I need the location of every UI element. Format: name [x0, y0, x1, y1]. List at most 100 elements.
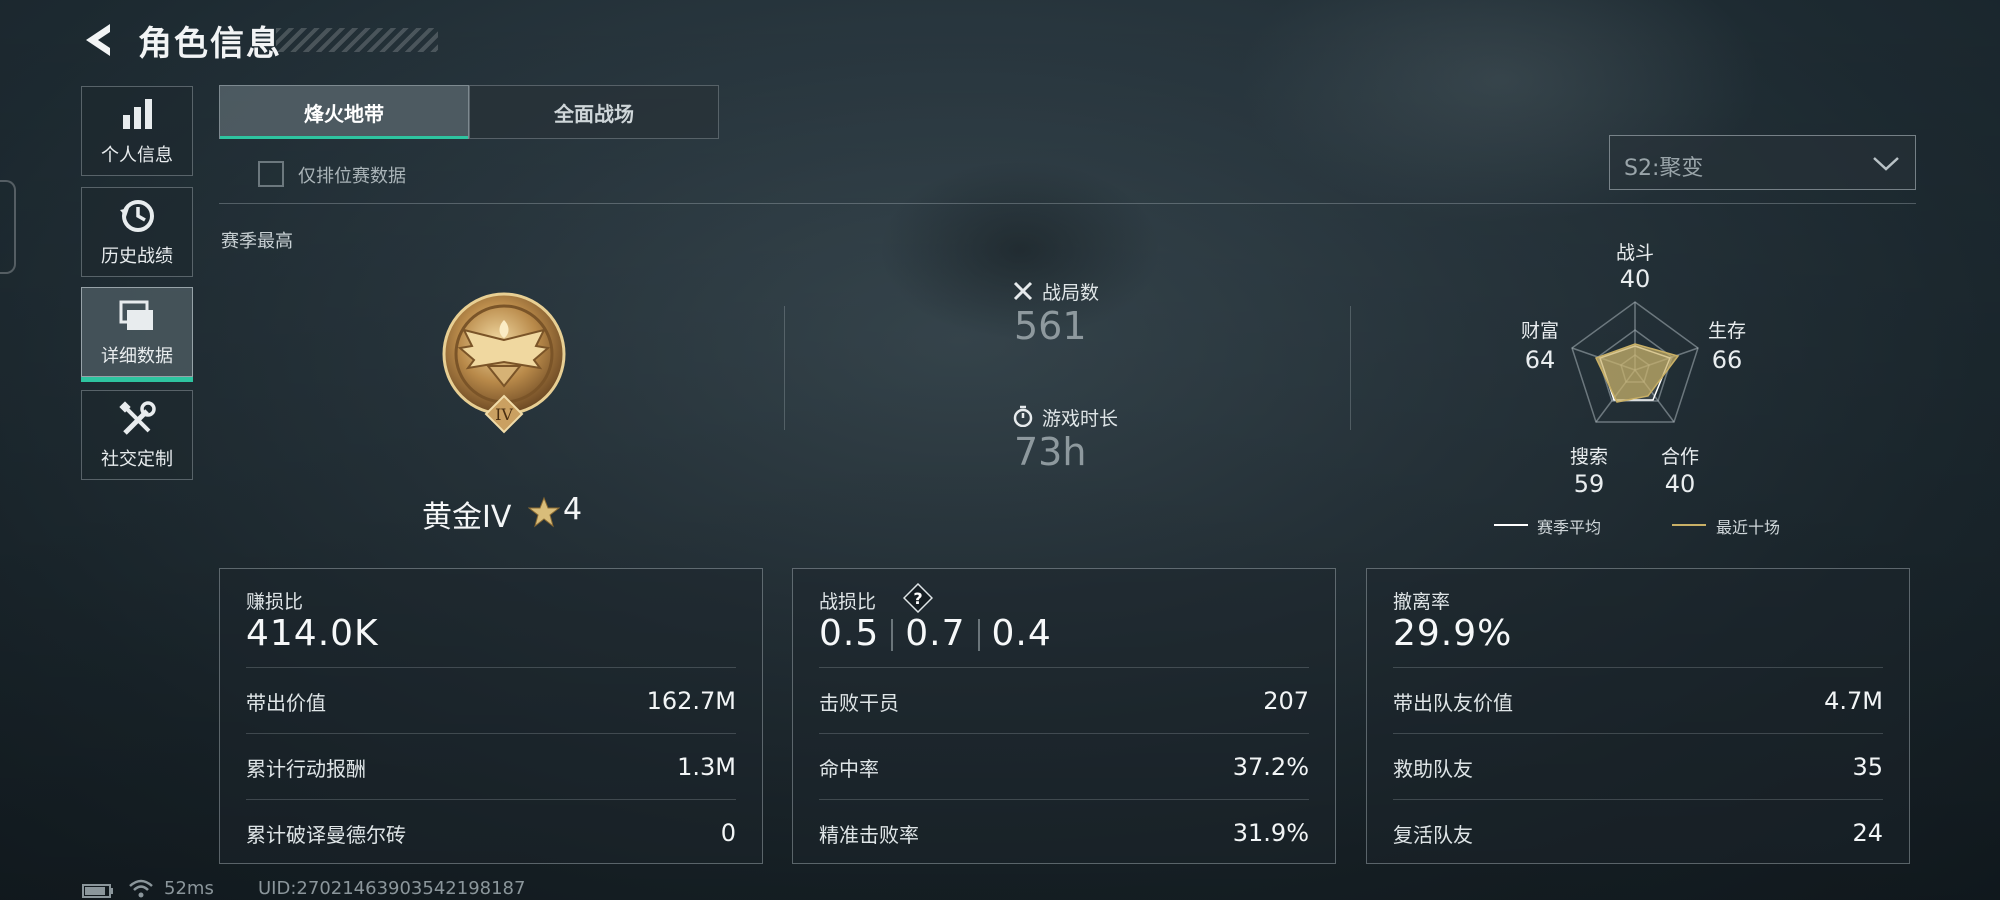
row-divider [246, 667, 736, 668]
row-label: 命中率 [819, 756, 879, 781]
extraction-rate-card: 撤离率 29.9% 带出队友价值 4.7M 救助队友 35 复活队友 24 [1366, 568, 1910, 864]
table-row: 带出价值 162.7M [246, 669, 736, 733]
season-best-label: 赛季最高 [221, 231, 293, 252]
playtime-label: 游戏时长 [1042, 408, 1119, 430]
sidebar-item-social[interactable]: 社交定制 [81, 390, 193, 480]
divider-vertical [1350, 306, 1351, 430]
divider-vertical [784, 306, 785, 430]
row-value: 1.3M [677, 753, 736, 781]
radar-label-wealth: 财富 [1520, 320, 1559, 342]
table-row: 击败干员 207 [819, 669, 1309, 733]
value-separator [977, 619, 980, 651]
help-question-icon[interactable]: ? [903, 583, 933, 613]
radar-label-search: 搜索 [1569, 446, 1608, 468]
tab-full-battlefield[interactable]: 全面战场 [469, 85, 719, 139]
table-row: 累计破译曼德尔砖 0 [246, 801, 736, 865]
radar-value-survival: 66 [1711, 346, 1743, 374]
ranked-only-label: 仅排位赛数据 [298, 166, 406, 187]
chevron-down-icon [1873, 157, 1899, 171]
radar-value-cooperation: 40 [1664, 470, 1696, 498]
title-decoration [276, 28, 438, 52]
row-divider [1393, 733, 1883, 734]
table-row: 精准击败率 31.9% [819, 801, 1309, 865]
card-title: 赚损比 [246, 591, 304, 613]
medal-numeral: IV [495, 405, 513, 424]
crossed-swords-icon [1013, 281, 1033, 301]
tab-fire-zone[interactable]: 烽火地带 [219, 85, 469, 139]
row-label: 带出价值 [246, 690, 326, 715]
kd-ratio-values: 0.5 0.7 0.4 [819, 613, 1052, 654]
row-label: 带出队友价值 [1393, 690, 1513, 715]
profit-ratio-value: 414.0K [246, 613, 379, 654]
row-divider [819, 799, 1309, 800]
profit-ratio-card: 赚损比 414.0K 带出价值 162.7M 累计行动报酬 1.3M 累计破译曼… [219, 568, 763, 864]
row-label: 累计破译曼德尔砖 [246, 822, 406, 847]
row-label: 精准击败率 [819, 822, 919, 847]
star-icon [528, 496, 560, 528]
network-ping: 52ms [164, 878, 214, 899]
row-label: 累计行动报酬 [246, 756, 366, 781]
row-divider [819, 667, 1309, 668]
row-label: 救助队友 [1393, 756, 1473, 781]
row-value: 4.7M [1824, 687, 1883, 715]
row-value: 207 [1263, 687, 1309, 715]
row-label: 复活队友 [1393, 822, 1473, 847]
table-row: 命中率 37.2% [819, 735, 1309, 799]
card-title: 战损比 [819, 591, 877, 613]
radar-value-search: 59 [1573, 470, 1605, 498]
gold-rank-medal-icon: IV [442, 292, 566, 434]
legend-season-avg-swatch [1494, 524, 1528, 526]
sidebar-item-label: 个人信息 [101, 145, 173, 166]
history-clock-icon [120, 200, 154, 232]
row-label: 击败干员 [819, 690, 899, 715]
page-title: 角色信息 [138, 24, 282, 64]
sidebar-item-personal-info[interactable]: 个人信息 [81, 86, 193, 176]
radar-recent-ten-shape [1594, 343, 1680, 403]
rank-name: 黄金IV [422, 500, 512, 535]
stopwatch-icon [1013, 405, 1033, 427]
radar-label-survival: 生存 [1707, 320, 1746, 342]
ranked-only-checkbox[interactable] [258, 161, 284, 187]
radar-label-combat: 战斗 [1615, 242, 1654, 264]
rank-star-count: 4 [563, 492, 583, 527]
extraction-rate-value: 29.9% [1393, 613, 1513, 654]
legend-season-avg: 赛季平均 [1537, 518, 1602, 537]
legend-recent-ten: 最近十场 [1716, 518, 1781, 537]
value-separator [891, 619, 894, 651]
row-divider [246, 733, 736, 734]
row-value: 162.7M [646, 687, 736, 715]
row-value: 35 [1852, 753, 1883, 781]
player-uid: UID:27021463903542198187 [258, 878, 526, 899]
sidebar-item-label: 社交定制 [101, 449, 173, 470]
row-value: 31.9% [1232, 819, 1309, 847]
back-arrow-icon[interactable] [80, 18, 120, 62]
sidebar-item-label: 历史战绩 [101, 246, 173, 267]
sidebar-item-label: 详细数据 [101, 346, 173, 367]
svg-text:?: ? [913, 589, 922, 608]
row-divider [1393, 799, 1883, 800]
matches-value: 561 [1014, 304, 1087, 348]
side-edge-handle [0, 180, 16, 274]
kd-value-3: 0.4 [991, 613, 1052, 654]
legend-recent-ten-swatch [1672, 524, 1706, 526]
table-row: 复活队友 24 [1393, 801, 1883, 865]
row-divider [1393, 667, 1883, 668]
radar-label-cooperation: 合作 [1660, 446, 1699, 468]
sidebar-item-history[interactable]: 历史战绩 [81, 187, 193, 277]
battery-icon [82, 884, 113, 898]
playtime-value: 73h [1014, 430, 1087, 474]
season-dropdown[interactable]: S2:聚变 [1609, 135, 1916, 190]
bar-chart-icon [123, 99, 152, 129]
sidebar-item-detailed-data[interactable]: 详细数据 [81, 287, 193, 382]
table-row: 累计行动报酬 1.3M [246, 735, 736, 799]
row-value: 37.2% [1232, 753, 1309, 781]
wifi-icon [129, 879, 153, 898]
radar-value-wealth: 64 [1524, 346, 1556, 374]
tools-icon [119, 401, 156, 435]
kd-value-2: 0.7 [905, 613, 966, 654]
row-divider [246, 799, 736, 800]
row-value: 24 [1852, 819, 1883, 847]
season-selected-value: S2:聚变 [1624, 156, 1704, 181]
kd-value-1: 0.5 [819, 613, 880, 654]
table-row: 带出队友价值 4.7M [1393, 669, 1883, 733]
